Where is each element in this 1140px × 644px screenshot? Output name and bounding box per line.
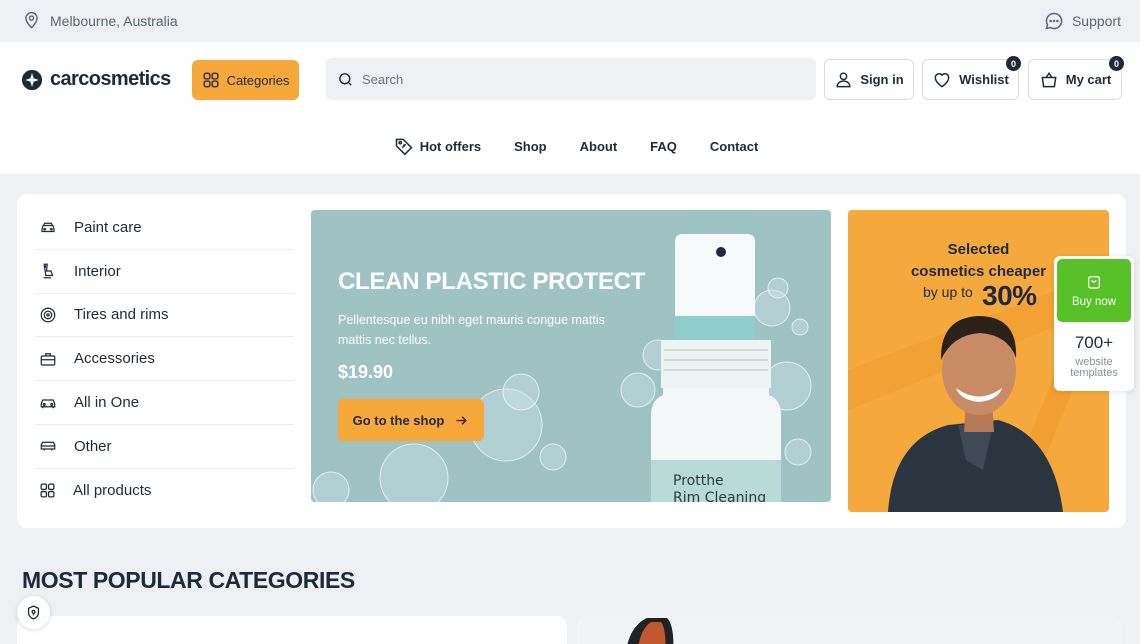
categories-button[interactable]: Categories	[192, 60, 299, 100]
buy-now-button[interactable]: Buy now	[1057, 259, 1131, 322]
hero-product-image: Protthe Rim Cleaning	[312, 234, 812, 502]
bottle-label-1: Protthe	[673, 473, 724, 489]
search-icon	[339, 72, 352, 86]
go-to-shop-button[interactable]: Go to the shop	[338, 399, 484, 441]
go-to-shop-label: Go to the shop	[352, 412, 445, 428]
top-bar: Melbourne, Australia Support	[0, 0, 1140, 42]
promo-line-3: by up to	[923, 284, 973, 300]
nav-label: Hot offers	[419, 138, 482, 154]
promo-percent: 30%	[982, 280, 1037, 311]
grid-icon	[203, 72, 218, 88]
grid-icon	[40, 483, 55, 498]
nav-item-shop[interactable]: Shop	[514, 139, 547, 154]
header: carcosmetics Categories Sign in Wishlist…	[0, 42, 1140, 174]
shopping-bag-icon	[1088, 275, 1100, 289]
sidebar-item-interior[interactable]: Interior	[35, 250, 294, 294]
bottle-label-2: Rim Cleaning	[673, 490, 766, 502]
nav-label: Shop	[514, 138, 547, 154]
templates-count: 700+	[1074, 333, 1114, 352]
category-card[interactable]	[577, 616, 1121, 644]
sidebar-item-label: All in One	[74, 394, 140, 412]
hero-banner[interactable]: Protthe Rim Cleaning CLEAN PLASTIC PROTE…	[311, 210, 831, 502]
basket-icon	[1041, 71, 1057, 87]
sidebar-item-tires-and-rims[interactable]: Tires and rims	[35, 294, 294, 338]
nav-item-about[interactable]: About	[580, 139, 618, 154]
cart-label: My cart	[1065, 72, 1112, 87]
category-card-image	[577, 616, 1121, 644]
sidebar-item-label: Tires and rims	[74, 306, 169, 324]
category-card[interactable]	[17, 616, 567, 644]
nav-label: About	[579, 138, 618, 154]
sidebar-item-other[interactable]: Other	[35, 425, 294, 469]
shield-icon	[27, 605, 40, 620]
car-icon	[41, 223, 55, 233]
search-bar[interactable]	[326, 58, 816, 100]
hero-panel: Paint care Interior Tires and rims Acces…	[17, 194, 1126, 528]
sidebar-item-label: Accessories	[74, 350, 155, 368]
tire-icon	[40, 307, 56, 323]
categories-label: Categories	[226, 72, 290, 88]
nav-item-hot-offers[interactable]: Hot offers	[394, 136, 481, 156]
chat-icon	[1045, 12, 1063, 30]
hero-price: $19.90	[338, 362, 394, 382]
sidebar-item-paint-care[interactable]: Paint care	[35, 206, 294, 250]
buy-now-widget: Buy now 700+ website templates	[1054, 256, 1134, 391]
search-input[interactable]	[362, 71, 782, 87]
sidebar-item-label: Interior	[74, 262, 121, 280]
support-label: Support	[1071, 13, 1121, 29]
templates-label: website templates	[1070, 356, 1118, 379]
logo[interactable]: carcosmetics	[21, 68, 171, 91]
logo-icon	[21, 69, 43, 90]
wishlist-button[interactable]: Wishlist 0	[922, 56, 1021, 100]
sidebar-item-label: All products	[73, 482, 152, 500]
cart-count-badge: 0	[1109, 56, 1124, 71]
sidebar-item-all-in-one[interactable]: All in One	[35, 381, 294, 425]
sidebar-item-all-products[interactable]: All products	[35, 469, 294, 513]
car-front-icon	[40, 398, 56, 408]
category-sidebar: Paint care Interior Tires and rims Acces…	[35, 206, 294, 513]
buy-now-label: Buy now	[1071, 295, 1117, 308]
logo-text: carcosmetics	[50, 68, 171, 90]
tag-icon	[395, 138, 413, 156]
heart-icon	[934, 72, 950, 88]
user-icon	[836, 72, 851, 88]
toolbox-icon	[40, 352, 56, 366]
nav-label: FAQ	[650, 138, 677, 154]
section-title: MOST POPULAR CATEGORIES	[22, 567, 355, 593]
main-nav: Hot offers Shop About FAQ Contact	[0, 134, 1140, 158]
hero-description: Pellentesque eu nibh eget mauris congue …	[338, 313, 605, 347]
sidebar-item-label: Paint care	[74, 218, 142, 236]
wishlist-count-badge: 0	[1006, 56, 1021, 71]
nav-item-faq[interactable]: FAQ	[650, 139, 677, 154]
arrow-right-icon	[456, 415, 468, 425]
sidebar-item-accessories[interactable]: Accessories	[35, 337, 294, 382]
location[interactable]: Melbourne, Australia	[22, 11, 178, 30]
nav-label: Contact	[709, 138, 759, 154]
wishlist-label: Wishlist	[959, 72, 1009, 87]
privacy-settings-button[interactable]	[17, 596, 50, 629]
sidebar-item-label: Other	[74, 437, 112, 455]
car-seat-icon	[43, 263, 54, 279]
support-link[interactable]: Support	[1044, 11, 1121, 31]
location-pin-icon	[25, 11, 38, 29]
hero-title: CLEAN PLASTIC PROTECT	[338, 268, 646, 295]
sign-in-label: Sign in	[860, 72, 904, 87]
sign-in-button[interactable]: Sign in	[824, 59, 914, 100]
cart-button[interactable]: My cart 0	[1028, 56, 1124, 100]
location-text: Melbourne, Australia	[50, 12, 178, 29]
car-other-icon	[40, 442, 56, 451]
nav-item-contact[interactable]: Contact	[710, 139, 758, 154]
